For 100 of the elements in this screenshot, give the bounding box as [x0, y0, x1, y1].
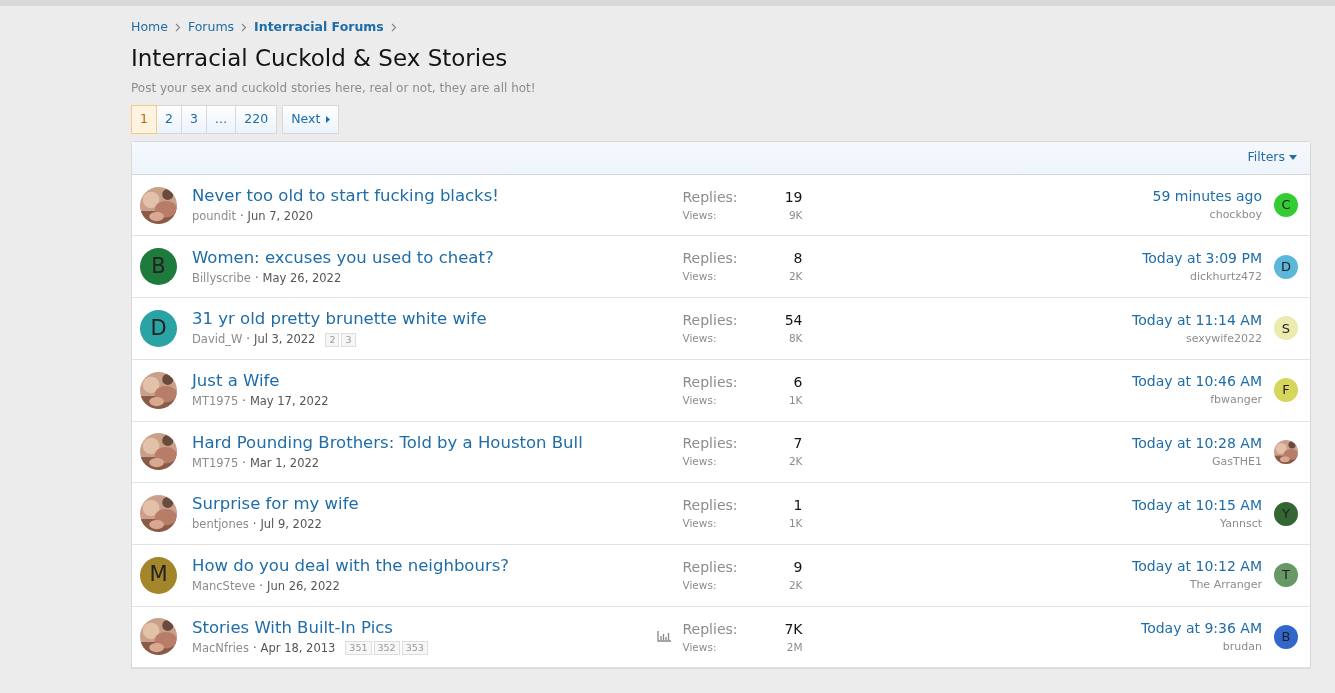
last-poster[interactable]: chockboy	[1209, 207, 1262, 224]
user-avatar[interactable]: T	[1274, 563, 1298, 588]
thread-title[interactable]: Surprise for my wife	[192, 493, 652, 516]
view-count: 2K	[788, 454, 803, 470]
page-link[interactable]: 353	[401, 641, 428, 656]
last-poster[interactable]: GasTHE1	[1212, 454, 1262, 471]
last-post-time[interactable]: Today at 10:46 AM	[1132, 371, 1262, 393]
separator-dot: ·	[242, 454, 246, 472]
last-post-time[interactable]: Today at 10:28 AM	[1132, 433, 1262, 455]
thread-author[interactable]: Billyscribe	[192, 269, 251, 287]
last-poster[interactable]: The Arranger	[1189, 577, 1262, 594]
separator-dot: ·	[252, 516, 257, 534]
last-post-time[interactable]: Today at 10:12 AM	[1132, 556, 1262, 578]
separator-dot: ·	[259, 578, 263, 596]
view-count: 1K	[788, 392, 803, 408]
thread-author[interactable]: bentjones	[192, 516, 249, 534]
thread-date: May 17, 2022	[249, 393, 329, 411]
forum-title: Interracial Cuckold & Sex Stories	[131, 43, 509, 73]
reply-count: 7	[793, 434, 803, 454]
thread-author[interactable]: MT1975	[192, 393, 239, 411]
filters-button[interactable]: Filters	[1247, 148, 1297, 168]
page-link[interactable]: 2	[155, 104, 182, 134]
user-avatar[interactable]: C	[1274, 193, 1298, 218]
separator-dot: ·	[242, 393, 246, 411]
stat-label: Replies:	[682, 434, 738, 454]
last-poster[interactable]: dickhurtz472	[1190, 269, 1262, 286]
thread-date: Jul 9, 2022	[260, 516, 322, 534]
reply-count: 6	[793, 372, 803, 392]
separator-dot: ·	[252, 639, 257, 657]
caret-icon	[1289, 155, 1297, 161]
reply-count: 1	[793, 496, 803, 516]
page-link[interactable]: 351	[345, 641, 372, 656]
reply-count: 19	[784, 187, 803, 207]
page-link[interactable]: 220	[235, 104, 278, 134]
thread-title[interactable]: Never too old to start fucking blacks!	[192, 184, 652, 207]
stat-label: Views:	[682, 516, 717, 532]
bar-chart-icon	[656, 631, 671, 643]
thread-date: Jun 26, 2022	[267, 578, 340, 596]
stat-label: Views:	[682, 639, 717, 655]
thread-date: May 26, 2022	[262, 269, 342, 287]
thread-author[interactable]: David_W	[192, 331, 243, 349]
view-count: 2K	[788, 269, 803, 285]
user-avatar[interactable]: F	[1274, 378, 1298, 403]
stat-label: Replies:	[682, 187, 738, 207]
last-post-time[interactable]: 59 minutes ago	[1152, 186, 1262, 208]
reply-count: 54	[784, 311, 803, 331]
separator-dot: ·	[246, 331, 250, 349]
view-count: 9K	[788, 207, 803, 223]
thread-date: Mar 1, 2022	[249, 454, 320, 472]
thread-author[interactable]: poundit	[192, 207, 236, 226]
stat-label: Replies:	[682, 372, 738, 392]
user-avatar[interactable]: B	[1274, 624, 1298, 649]
last-post-time[interactable]: Today at 10:15 AM	[1132, 494, 1262, 516]
page-link[interactable]: 2	[325, 332, 340, 347]
user-avatar[interactable]: M	[140, 556, 177, 594]
last-poster[interactable]: sexywife2022	[1186, 330, 1262, 348]
stat-label: Views:	[682, 577, 717, 593]
thread-date: Jun 7, 2020	[247, 207, 314, 225]
thread-title[interactable]: Hard Pounding Brothers: Told by a Houston Bull	[192, 431, 652, 454]
user-avatar[interactable]: D	[140, 309, 177, 347]
chevron-icon	[241, 22, 248, 32]
thread-title[interactable]: 31 yr old pretty brunette white wife	[192, 308, 652, 331]
stat-label: Views:	[682, 392, 717, 408]
caret-icon	[326, 115, 331, 123]
stat-label: Replies:	[682, 249, 738, 269]
last-poster[interactable]: Yannsct	[1220, 515, 1262, 533]
view-count: 2M	[786, 639, 803, 655]
thread-date: Jul 3, 2022	[254, 331, 316, 349]
page-link[interactable]: 1	[131, 104, 157, 134]
stat-label: Views:	[682, 331, 717, 347]
last-poster[interactable]: fbwanger	[1210, 392, 1262, 409]
thread-author[interactable]: MancSteve	[192, 578, 256, 596]
user-avatar[interactable]: B	[140, 248, 177, 286]
breadcrumb-link[interactable]: Home	[131, 18, 168, 37]
view-count: 8K	[788, 331, 803, 347]
page-link[interactable]: 3	[341, 332, 356, 347]
thread-author[interactable]: MT1975	[192, 454, 239, 472]
last-poster[interactable]: brudan	[1222, 639, 1262, 656]
thread-title[interactable]: Just a Wife	[192, 370, 652, 393]
user-avatar[interactable]: S	[1274, 316, 1298, 341]
reply-count: 9	[793, 557, 803, 577]
thread-date: Apr 18, 2013	[260, 639, 336, 657]
stat-label: Replies:	[682, 619, 738, 639]
page-link[interactable]: 352	[373, 641, 400, 656]
thread-title[interactable]: Women: excuses you used to cheat?	[192, 246, 652, 269]
reply-count: 7K	[784, 619, 803, 639]
breadcrumb-link[interactable]: Interracial Forums	[254, 18, 384, 37]
thread-title[interactable]: How do you deal with the neighbours?	[192, 555, 652, 578]
stat-label: Views:	[682, 269, 717, 285]
last-post-time[interactable]: Today at 11:14 AM	[1132, 309, 1262, 331]
thread-title[interactable]: Stories With Built-In Pics	[192, 616, 652, 639]
user-avatar[interactable]: D	[1274, 254, 1298, 279]
next-page-button[interactable]: Next	[282, 104, 340, 134]
stat-label: Views:	[682, 207, 717, 223]
thread-author[interactable]: MacNfries	[192, 639, 249, 658]
breadcrumb-link[interactable]: Forums	[187, 18, 235, 37]
page-link[interactable]: 3	[180, 104, 207, 134]
stat-label: Views:	[682, 454, 717, 470]
last-post-time[interactable]: Today at 9:36 AM	[1141, 618, 1262, 640]
last-post-time[interactable]: Today at 3:09 PM	[1142, 248, 1262, 270]
